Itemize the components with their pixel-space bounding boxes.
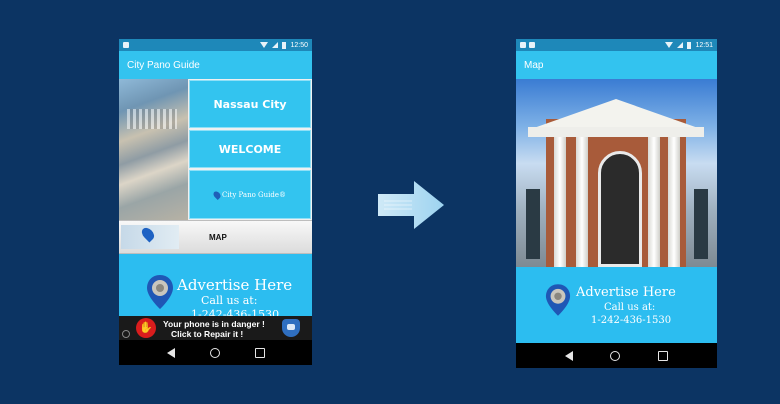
welcome-label: WELCOME bbox=[218, 142, 282, 156]
nassau-city-button[interactable]: Nassau City bbox=[189, 80, 311, 128]
call-us-label: Call us at: bbox=[604, 302, 656, 313]
advertise-title: Advertise Here bbox=[576, 285, 676, 300]
call-us-label: Call us at: bbox=[201, 294, 258, 307]
nassau-city-label: Nassau City bbox=[213, 97, 287, 111]
map-button[interactable]: MAP bbox=[119, 220, 312, 254]
phone-screen-city-pano-guide: 12:50 City Pano Guide Nassau City WELCOM… bbox=[119, 39, 312, 365]
status-bar: 12:51 bbox=[516, 39, 717, 51]
window bbox=[526, 189, 540, 259]
arched-doorway bbox=[598, 151, 642, 267]
map-pin-icon bbox=[212, 189, 222, 200]
home-icon[interactable] bbox=[209, 347, 220, 358]
column bbox=[554, 137, 566, 267]
stop-hand-icon: ✋ bbox=[136, 318, 156, 338]
system-nav-bar bbox=[516, 343, 717, 368]
city-aerial-photo bbox=[119, 79, 188, 220]
status-bar: 12:50 bbox=[119, 39, 312, 51]
city-pano-guide-logo-button[interactable]: City Pano Guide® bbox=[189, 170, 311, 219]
signal-icon bbox=[272, 42, 279, 48]
column bbox=[648, 137, 660, 267]
status-time: 12:50 bbox=[290, 41, 308, 49]
advertise-panel[interactable]: Advertise Here Call us at: 1-242-436-153… bbox=[516, 267, 717, 343]
wifi-icon bbox=[260, 42, 269, 48]
window bbox=[694, 189, 708, 259]
home-icon[interactable] bbox=[610, 350, 621, 361]
ad-banner[interactable]: ✋ Your phone is in danger ! Click to Rep… bbox=[119, 316, 312, 340]
back-icon[interactable] bbox=[166, 347, 175, 358]
battery-icon bbox=[687, 41, 692, 49]
screenshot-notification-icon bbox=[520, 42, 526, 48]
banner-line-2: Click to Repair it ! bbox=[171, 329, 244, 339]
map-thumbnail bbox=[121, 225, 179, 249]
signal-icon bbox=[677, 42, 684, 48]
app-title: Map bbox=[516, 51, 717, 79]
recents-icon[interactable] bbox=[658, 350, 669, 361]
status-time: 12:51 bbox=[695, 41, 713, 49]
map-label: MAP bbox=[209, 232, 227, 242]
column bbox=[576, 137, 588, 267]
welcome-button[interactable]: WELCOME bbox=[189, 130, 311, 168]
location-pin-icon bbox=[147, 275, 173, 309]
photo-notification-icon bbox=[123, 42, 129, 48]
back-icon[interactable] bbox=[564, 350, 573, 361]
transition-arrow-icon bbox=[378, 181, 444, 229]
app-title: City Pano Guide bbox=[119, 51, 312, 79]
banner-line-1: Your phone is in danger ! bbox=[163, 319, 265, 329]
recents-icon[interactable] bbox=[254, 347, 265, 358]
photo-notification-icon bbox=[529, 42, 535, 48]
shield-icon bbox=[282, 319, 300, 337]
battery-icon bbox=[282, 41, 287, 49]
info-icon bbox=[122, 330, 130, 338]
logo-label: City Pano Guide® bbox=[221, 190, 287, 199]
map-pin-icon bbox=[139, 225, 157, 243]
panorama-building-photo[interactable] bbox=[516, 79, 717, 267]
advertise-title: Advertise Here bbox=[177, 276, 293, 294]
pediment bbox=[531, 99, 701, 129]
cornice bbox=[528, 127, 704, 137]
ad-phone-number: 1-242-436-1530 bbox=[591, 315, 672, 326]
system-nav-bar bbox=[119, 340, 312, 365]
wifi-icon bbox=[665, 42, 674, 48]
location-pin-icon bbox=[545, 284, 571, 316]
phone-screen-map: 12:51 Map Advertise Here Call us at: 1-2… bbox=[516, 39, 717, 368]
column bbox=[668, 137, 680, 267]
